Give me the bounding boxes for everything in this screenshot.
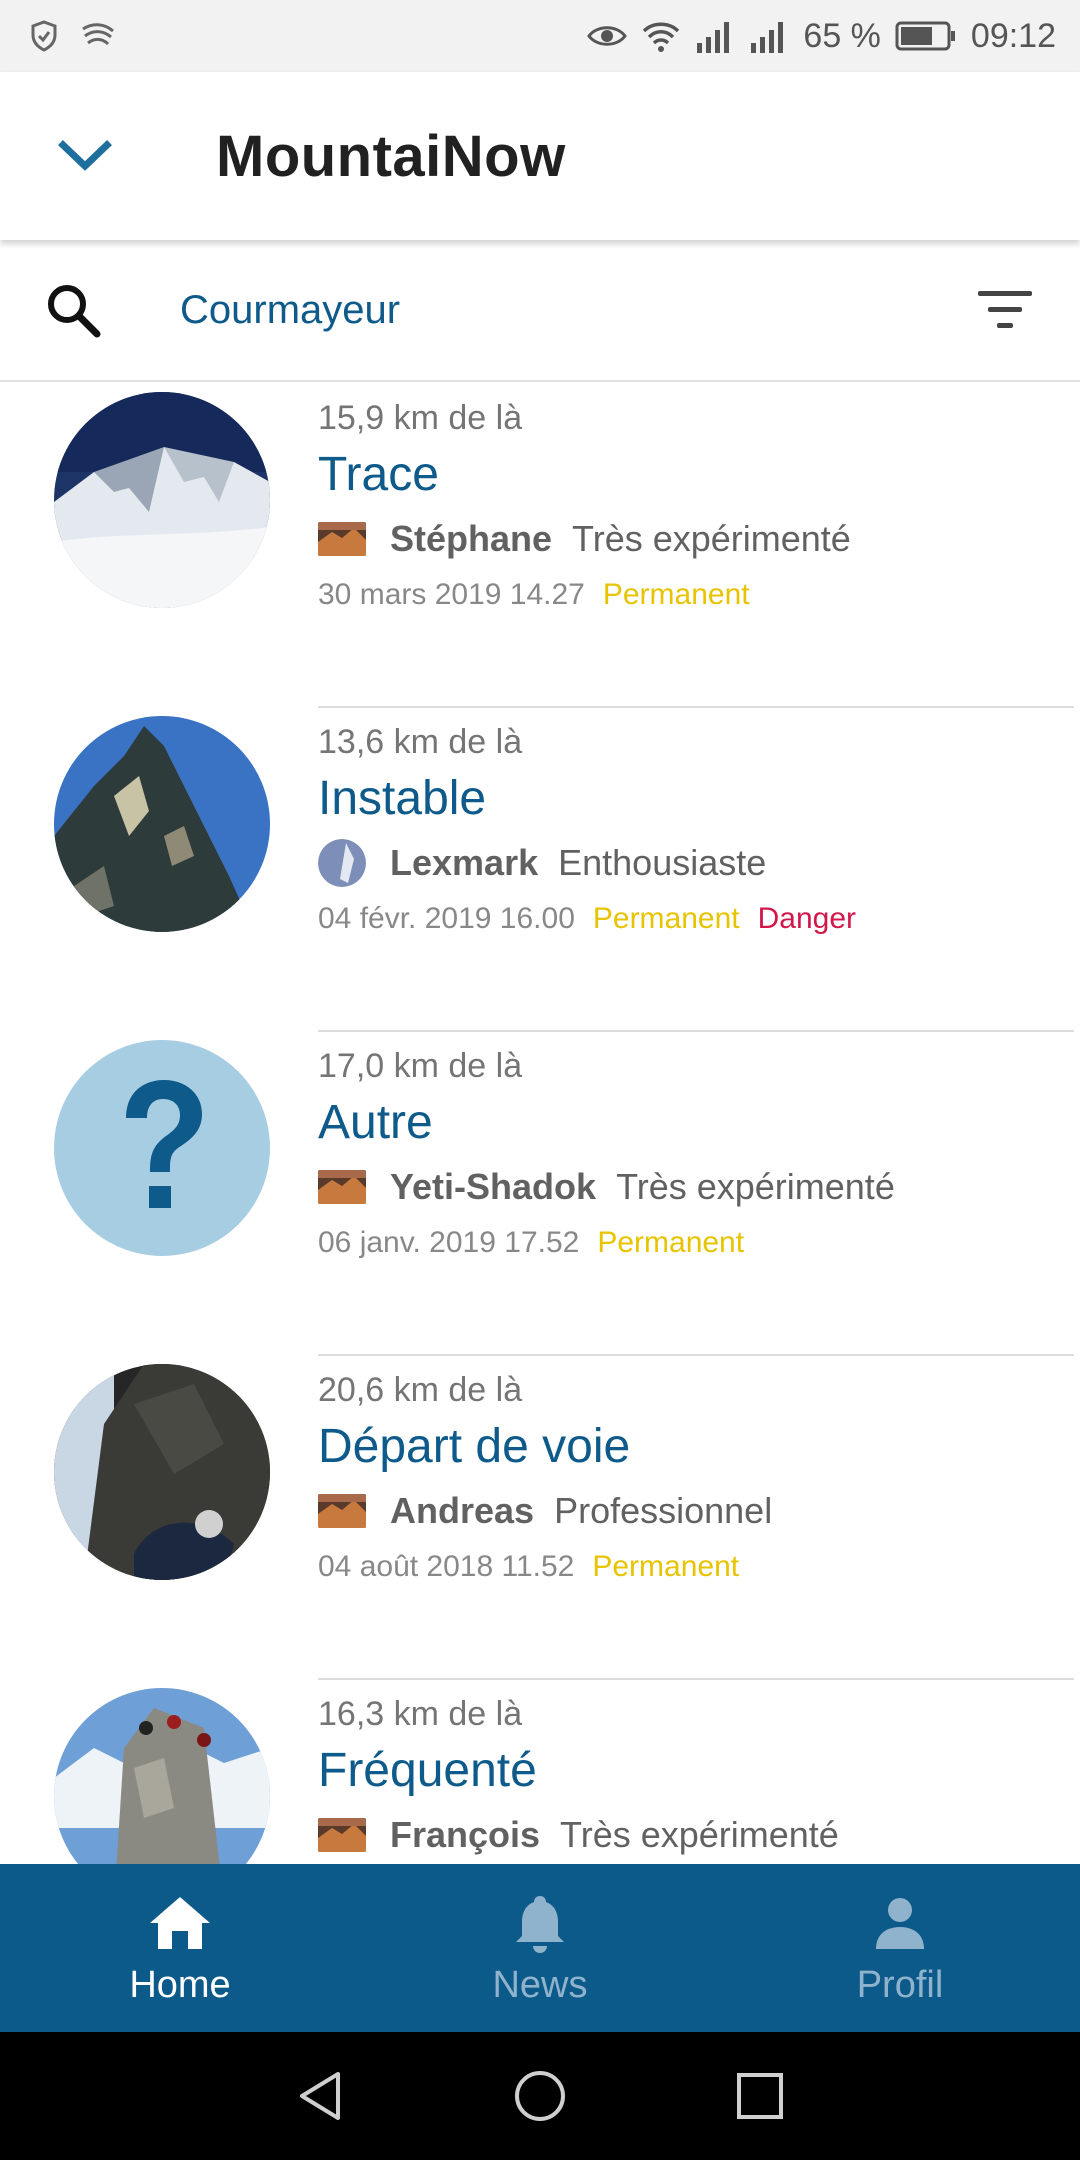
clock: 09:12 [970,16,1056,55]
user-avatar [318,522,366,556]
nav-news-label: News [492,1963,588,2006]
chevron-down-icon[interactable] [40,111,130,201]
observation-title[interactable]: Instable [318,764,1080,834]
user-name[interactable]: Stéphane [390,518,552,560]
observation-title[interactable]: Trace [318,440,1080,510]
nav-home-label: Home [129,1963,231,2006]
distance-text: 16,3 km de là [318,1695,523,1733]
distance-text: 15,9 km de là [318,399,523,437]
list-item[interactable]: 17,0 km de là Autre Yeti-Shadok Très exp… [0,1032,1080,1356]
filter-icon[interactable] [972,277,1038,343]
battery-icon [895,20,957,52]
nav-news[interactable]: News [360,1864,720,2032]
home-icon [148,1890,212,1956]
question-mark-icon [54,1040,270,1256]
status-bar: 65 % 09:12 [0,0,1080,72]
home-circle-icon[interactable] [500,2056,580,2136]
list-item[interactable]: 13,6 km de là Instable Lexmark Enthousia… [0,708,1080,1032]
user-avatar [318,1170,366,1204]
nav-home[interactable]: Home [0,1864,360,2032]
bell-icon [514,1890,566,1956]
distance-text: 20,6 km de là [318,1371,523,1409]
observation-title[interactable]: Autre [318,1088,1080,1158]
observation-list: 15,9 km de là Trace Stéphane Très expéri… [0,384,1080,1864]
shield-icon [30,20,58,52]
battery-percent: 65 % [803,16,881,55]
list-item[interactable]: 20,6 km de là Départ de voie Andreas Pro… [0,1356,1080,1680]
user-avatar [318,1494,366,1528]
user-level: Très expérimenté [560,1814,839,1855]
observation-date: 30 mars 2019 14.27 [318,578,585,611]
user-level: Très expérimenté [616,1166,895,1207]
observation-photo [54,1364,270,1580]
nav-profil-label: Profil [856,1963,944,2006]
observation-photo [54,716,270,932]
list-item[interactable]: 16,3 km de là Fréquenté François Très ex… [0,1680,1080,1864]
danger-tag: Danger [757,902,857,935]
user-name[interactable]: François [390,1814,540,1856]
system-navigation-bar [0,2032,1080,2160]
user-name[interactable]: Andreas [390,1490,534,1532]
observation-date: 04 août 2018 11.52 [318,1550,575,1583]
distance-text: 17,0 km de là [318,1047,523,1085]
list-item[interactable]: 15,9 km de là Trace Stéphane Très expéri… [0,384,1080,708]
signal-icon [749,19,789,53]
observation-date: 06 janv. 2019 17.52 [318,1226,580,1259]
nav-profil[interactable]: Profil [720,1864,1080,2032]
observation-date: 04 févr. 2019 16.00 [318,902,575,935]
app-bar: MountaiNow [0,72,1080,240]
search-location-text[interactable]: Courmayeur [180,288,400,333]
user-name[interactable]: Lexmark [390,842,538,884]
person-icon [872,1890,928,1956]
eye-icon [587,21,628,51]
distance-text: 13,6 km de là [318,723,523,761]
app-title: MountaiNow [216,123,566,189]
permanent-tag: Permanent [592,1550,740,1583]
permanent-tag: Permanent [592,902,740,935]
search-bar[interactable]: Courmayeur [0,240,1080,382]
user-level: Professionnel [554,1490,773,1531]
back-icon[interactable] [280,2056,360,2136]
permanent-tag: Permanent [597,1226,745,1259]
user-level: Enthousiaste [558,842,767,883]
user-level: Très expérimenté [572,518,851,559]
observation-title[interactable]: Départ de voie [318,1412,1080,1482]
user-avatar [318,1818,366,1852]
observation-title[interactable]: Fréquenté [318,1736,1080,1806]
search-icon[interactable] [40,277,106,343]
observation-photo [54,392,270,608]
observation-photo [54,1688,270,1864]
user-name[interactable]: Yeti-Shadok [390,1166,596,1208]
swiftkey-icon [80,21,116,51]
bottom-navigation: Home News Profil [0,1864,1080,2032]
signal-icon [695,19,735,53]
user-avatar [318,839,366,887]
permanent-tag: Permanent [602,578,750,611]
wifi-icon [641,19,681,53]
recents-icon[interactable] [720,2056,800,2136]
